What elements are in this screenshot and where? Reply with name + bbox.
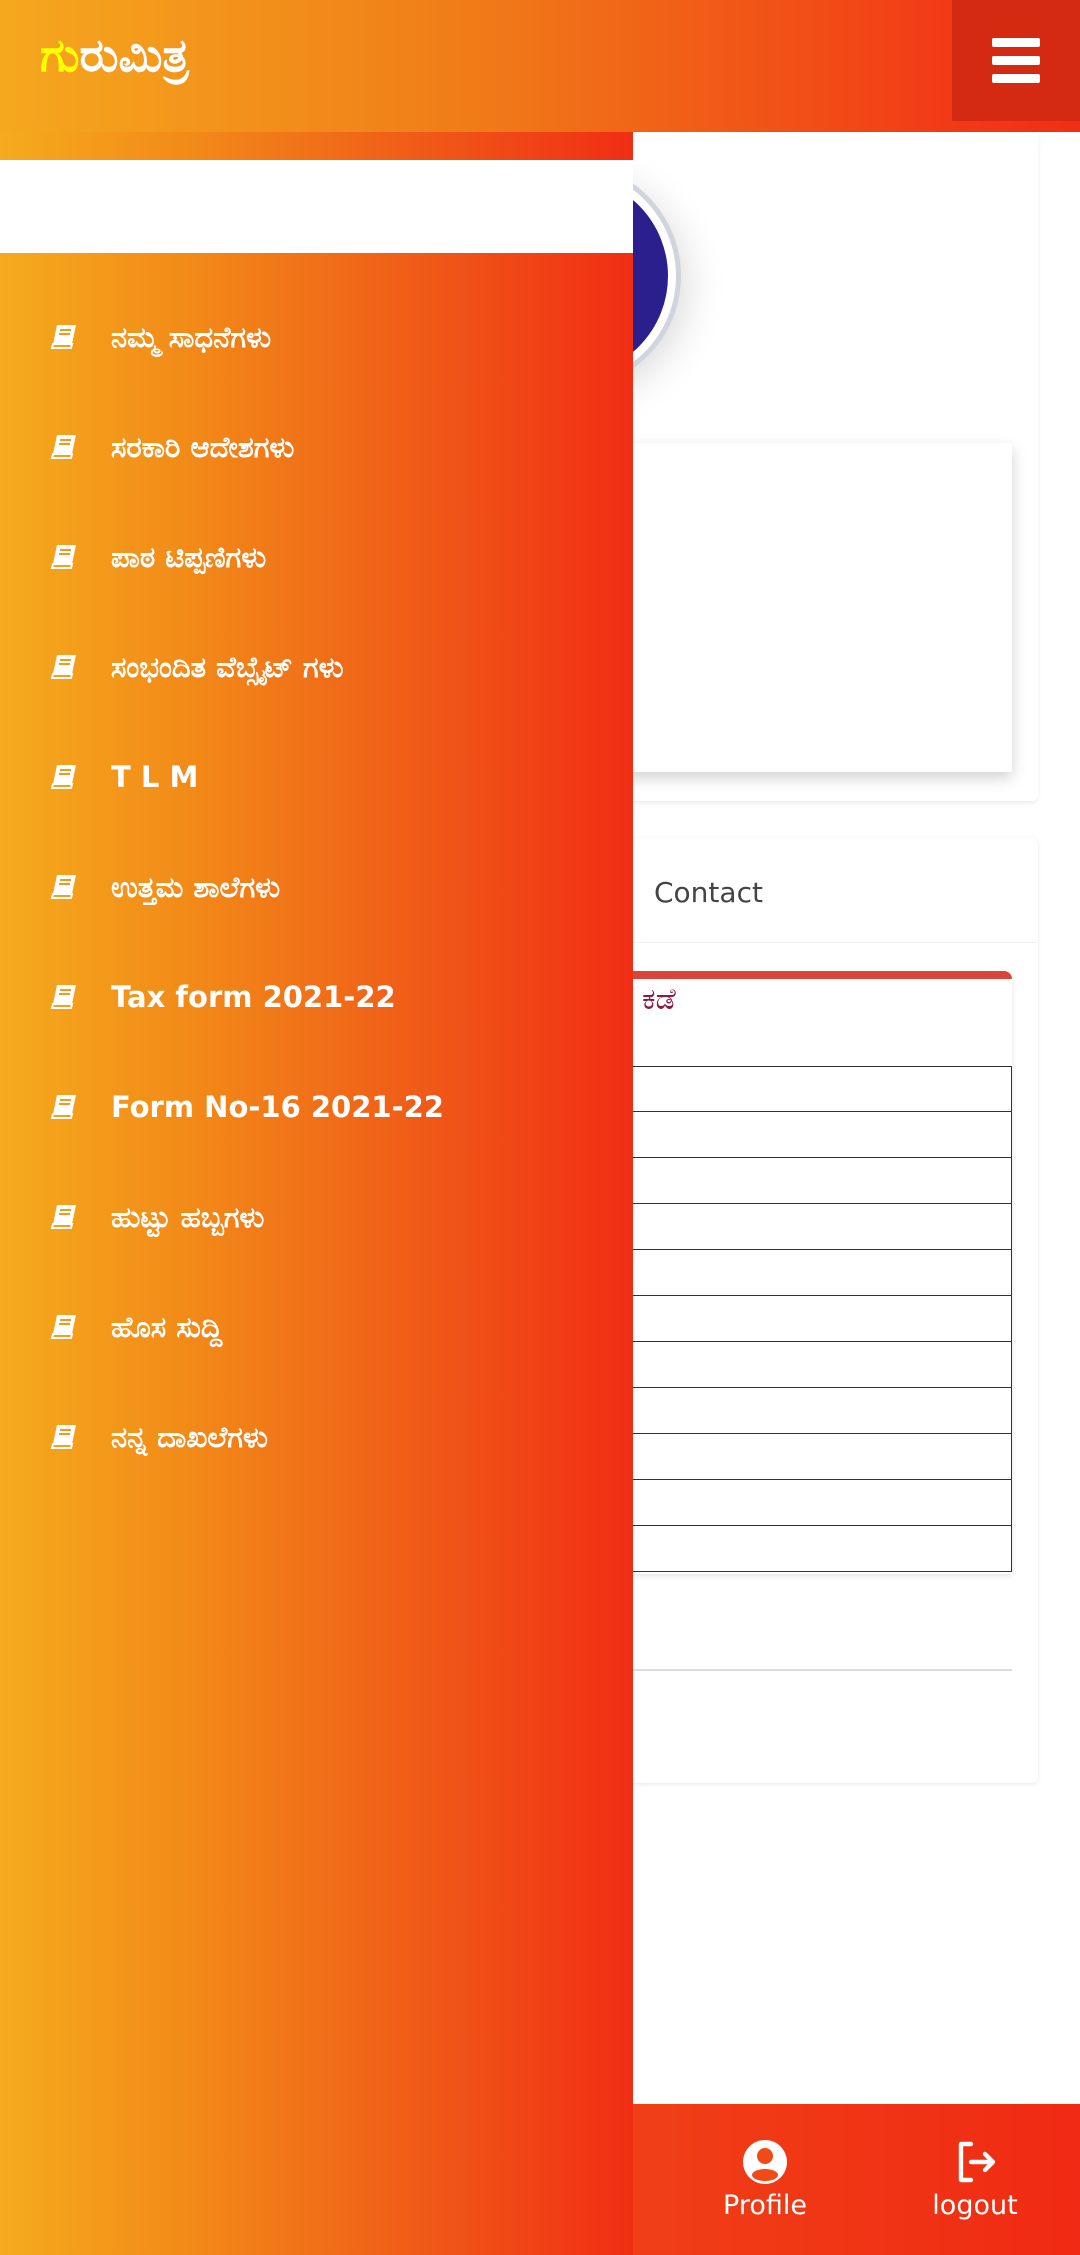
book-icon [50, 655, 76, 679]
notice-box-title: ಕಡೆ [642, 982, 676, 1017]
drawer-item-10[interactable]: ಹೊಸ ಸುದ್ದಿ [0, 1272, 633, 1382]
hamburger-menu-button[interactable] [952, 0, 1080, 121]
drawer-item-label: ಸಂಭಂದಿತ ವೆಬ್ಸೈಟ್ ಗಳು [111, 649, 344, 684]
drawer-item-5[interactable]: T L M [0, 722, 633, 832]
drawer-item-7[interactable]: Tax form 2021-22 [0, 942, 633, 1052]
hamburger-icon [992, 38, 1040, 47]
logout-button[interactable]: logout [920, 2104, 1030, 2255]
drawer-item-4[interactable]: ಸಂಭಂದಿತ ವೆಬ್ಸೈಟ್ ಗಳು [0, 612, 633, 722]
drawer-item-label: ನನ್ನ ದಾಖಲೆಗಳು [111, 1419, 268, 1454]
book-icon [50, 1095, 76, 1119]
drawer-item-2[interactable]: ಸರಕಾರಿ ಆದೇಶಗಳು [0, 392, 633, 502]
drawer-item-label: ಪಾಠ ಟಿಪ್ಪಣಿಗಳು [111, 539, 267, 574]
book-icon [50, 1205, 76, 1229]
book-icon [50, 325, 76, 349]
app-header: ಗುರುಮಿತ್ರ [0, 0, 1080, 132]
book-icon [50, 1315, 76, 1339]
account-circle-icon [743, 2140, 787, 2184]
drawer-item-label: T L M [111, 760, 199, 794]
logout-icon [958, 2141, 996, 2183]
drawer-menu: ನಮ್ಮ ಸಾಧನೆಗಳು ಸರಕಾರಿ ಆದೇಶಗಳು ಪಾಠ ಟಿಪ್ಪಣಿಗಳ… [0, 282, 633, 1492]
book-icon [50, 435, 76, 459]
drawer-item-6[interactable]: ಉತ್ತಮ ಶಾಲೆಗಳು [0, 832, 633, 942]
drawer-item-label: ನಮ್ಮ ಸಾಧನೆಗಳು [111, 319, 272, 354]
tab-contact[interactable]: Contact [654, 876, 763, 909]
profile-button[interactable]: Profile [710, 2104, 820, 2255]
drawer-item-label: Tax form 2021-22 [111, 980, 396, 1014]
book-icon [50, 765, 76, 789]
book-icon [50, 1425, 76, 1449]
drawer-item-9[interactable]: ಹುಟ್ಟು ಹಬ್ಬಗಳು [0, 1162, 633, 1272]
drawer-item-1[interactable]: ನಮ್ಮ ಸಾಧನೆಗಳು [0, 282, 633, 392]
drawer-item-label: ಹೊಸ ಸುದ್ದಿ [111, 1309, 223, 1344]
drawer-item-8[interactable]: Form No-16 2021-22 [0, 1052, 633, 1162]
drawer-item-label: Form No-16 2021-22 [111, 1090, 444, 1124]
drawer-item-11[interactable]: ನನ್ನ ದಾಖಲೆಗಳು [0, 1382, 633, 1492]
drawer-item-label: ಹುಟ್ಟು ಹಬ್ಬಗಳು [111, 1199, 265, 1234]
book-icon [50, 875, 76, 899]
book-icon [50, 985, 76, 1009]
drawer-header [0, 160, 633, 253]
drawer-item-3[interactable]: ಪಾಠ ಟಿಪ್ಪಣಿಗಳು [0, 502, 633, 612]
drawer-item-label: ಸರಕಾರಿ ಆದೇಶಗಳು [111, 429, 295, 464]
navigation-drawer: ನಮ್ಮ ಸಾಧನೆಗಳು ಸರಕಾರಿ ಆದೇಶಗಳು ಪಾಠ ಟಿಪ್ಪಣಿಗಳ… [0, 132, 633, 2255]
book-icon [50, 545, 76, 569]
drawer-item-label: ಉತ್ತಮ ಶಾಲೆಗಳು [111, 869, 281, 904]
app-title: ಗುರುಮಿತ್ರ [40, 28, 189, 82]
